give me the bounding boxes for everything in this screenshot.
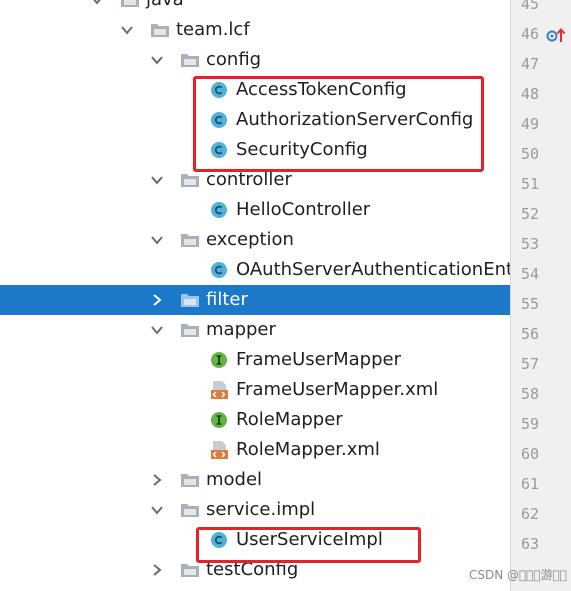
tree-item-exception[interactable]: exception [0,225,510,255]
tree-item-label: model [206,469,263,490]
folder-icon [120,0,139,9]
folder-icon [180,471,199,489]
tree-item-filter[interactable]: filter [0,285,510,315]
chevron-right-icon[interactable] [150,563,164,577]
line-number: 55 [521,295,540,313]
watermark: CSDN @   游   [468,568,567,582]
chevron-right-icon[interactable] [150,473,164,487]
folder-icon [150,21,169,39]
tree-item-label: mapper [206,319,276,340]
tree-item-label: config [206,49,262,70]
interface-icon [210,351,228,369]
line-number: 61 [521,475,540,493]
tree-item-model[interactable]: model [0,465,510,495]
tree-item-label: HelloController [236,199,371,220]
tree-item-mapper[interactable]: mapper [0,315,510,345]
editor-gutter: 45 46 47 48 49 50 51 52 53 54 55 56 57 58 59 60 61 62 63 [510,0,571,591]
tree-item-label: OAuthServerAuthenticationEntr [236,259,510,280]
tree-item-label: RoleMapper.xml [236,439,380,460]
chevron-down-icon[interactable] [120,23,134,37]
line-number: 53 [521,235,540,253]
line-number: 59 [521,415,540,433]
tree-item-rolemapper[interactable]: RoleMapper [0,405,510,435]
tree-item-service-impl[interactable]: service.impl [0,495,510,525]
tree-item-frameusermapper-xml[interactable]: FrameUserMapper.xml [0,375,510,405]
tree-item-frameusermapper[interactable]: FrameUserMapper [0,345,510,375]
folder-icon [180,501,199,519]
annotation-box-config-classes [193,76,484,172]
tree-item-label: team.lcf [176,19,250,40]
chevron-down-icon[interactable] [150,173,164,187]
line-number: 62 [521,505,540,523]
line-number: 49 [521,115,540,133]
override-up-arrow-icon[interactable] [546,26,568,44]
folder-icon [180,231,199,249]
folder-icon [180,321,199,339]
xml-file-icon [210,440,228,459]
chevron-down-icon[interactable] [150,233,164,247]
tree-item-label: controller [206,169,292,190]
line-number: 51 [521,175,540,193]
line-number: 60 [521,445,540,463]
tree-item-label: RoleMapper [236,409,343,430]
line-number: 56 [521,325,540,343]
line-number: 45 [521,0,540,13]
tree-item-rolemapper-xml[interactable]: RoleMapper.xml [0,435,510,465]
tree-item-label: FrameUserMapper [236,349,401,370]
chevron-down-icon[interactable] [150,503,164,517]
line-number: 47 [521,55,540,73]
chevron-down-icon[interactable] [150,323,164,337]
line-number: 58 [521,385,540,403]
folder-icon [180,171,199,189]
chevron-down-icon[interactable] [90,0,104,7]
tree-item-oauthserverauthenticationentr[interactable]: OAuthServerAuthenticationEntr [0,255,510,285]
tree-item-config[interactable]: config [0,45,510,75]
interface-icon [210,411,228,429]
tree-item-team-lcf[interactable]: team.lcf [0,15,510,45]
tree-item-label: exception [206,229,294,250]
class-icon [210,201,228,219]
tree-item-label: FrameUserMapper.xml [236,379,439,400]
line-number: 63 [521,535,540,553]
line-number: 52 [521,205,540,223]
line-number: 54 [521,265,540,283]
tree-item-hellocontroller[interactable]: HelloController [0,195,510,225]
line-number: 50 [521,145,540,163]
class-icon [210,261,228,279]
tree-item-label: service.impl [206,499,316,520]
xml-file-icon [210,380,228,399]
annotation-box-userservice [196,527,421,563]
folder-icon [180,291,199,309]
folder-icon [180,561,199,579]
tree-item-label: filter [206,289,248,310]
line-number: 57 [521,355,540,373]
chevron-right-icon[interactable] [150,293,164,307]
chevron-down-icon[interactable] [150,53,164,67]
tree-item-java[interactable]: java [0,0,510,15]
line-number: 48 [521,85,540,103]
folder-icon [180,51,199,69]
tree-item-label: java [146,0,184,11]
